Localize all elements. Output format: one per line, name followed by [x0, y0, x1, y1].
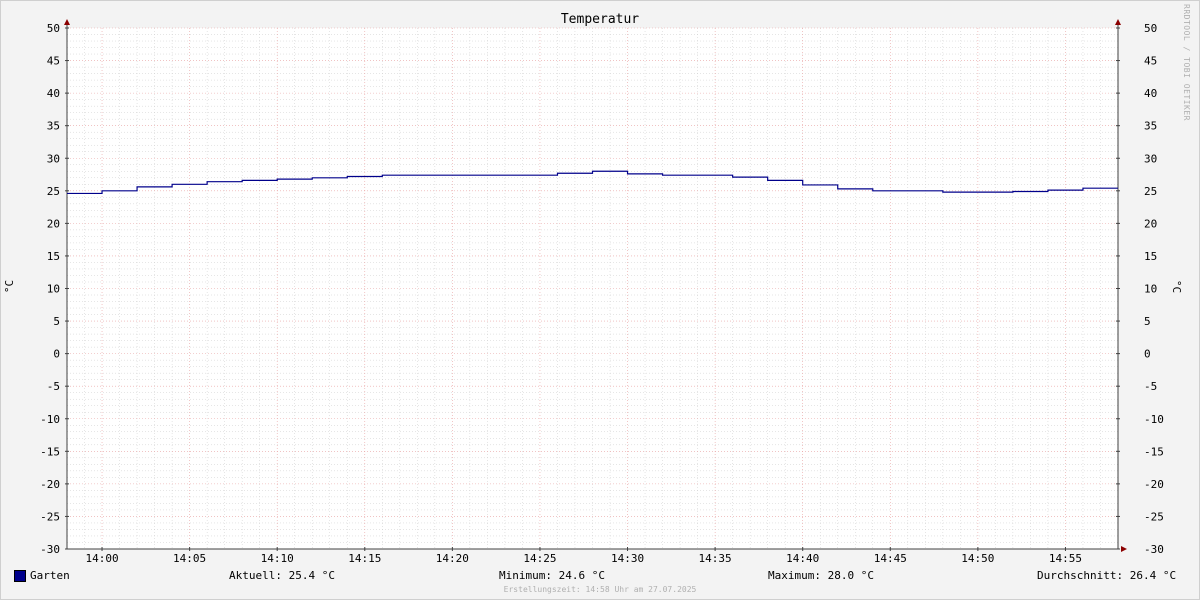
y-tick-label: -10: [1144, 413, 1164, 426]
y-axis-right-labels: 50454035302520151050-5-10-15-20-25-30: [1144, 22, 1164, 556]
x-tick-label: 14:55: [1049, 552, 1082, 565]
y-tick-label: 45: [47, 55, 60, 68]
legend-minimum: Minimum: 24.6 °C: [499, 569, 605, 582]
y-tick-label: -25: [40, 510, 60, 523]
y-tick-label: -15: [40, 445, 60, 458]
y-tick-label: -25: [1144, 510, 1164, 523]
y-tick-label: 10: [47, 283, 60, 296]
y-axis-left-labels: 50454035302520151050-5-10-15-20-25-30: [40, 22, 60, 556]
y-tick-label: 20: [47, 217, 60, 230]
y-tick-label: 10: [1144, 283, 1157, 296]
y-tick-label: 45: [1144, 55, 1157, 68]
y-tick-label: 40: [47, 87, 60, 100]
y-tick-label: -5: [1144, 380, 1157, 393]
y-tick-label: 35: [1144, 120, 1157, 133]
x-tick-label: 14:00: [85, 552, 118, 565]
y-axis-left-unit: °C: [3, 279, 17, 294]
y-tick-label: -15: [1144, 445, 1164, 458]
x-axis-labels: 14:00 14:05 14:10 14:15 14:20 14:25 14:30 14:35…: [85, 552, 1082, 565]
y-tick-label: 30: [47, 152, 60, 165]
y-tick-label: 35: [47, 120, 60, 133]
y-tick-label: -30: [1144, 543, 1164, 556]
legend-swatch: [14, 570, 26, 582]
y-tick-label: 25: [1144, 185, 1157, 198]
y-axis-right-unit: °C: [1170, 279, 1184, 294]
y-tick-label: 20: [1144, 217, 1157, 230]
legend-durchschnitt: Durchschnitt: 26.4 °C: [1037, 569, 1177, 582]
chart-title: Temperatur: [560, 12, 640, 27]
x-tick-label: 14:30: [611, 552, 644, 565]
x-tick-label: 14:40: [786, 552, 819, 565]
y-tick-label: 5: [1144, 315, 1151, 328]
x-axis-arrow: [1121, 546, 1127, 552]
x-tick-label: 14:50: [961, 552, 994, 565]
y-tick-label: 15: [47, 250, 60, 263]
y-tick-label: -30: [40, 543, 60, 556]
y-tick-label: -5: [47, 380, 60, 393]
y-tick-label: 15: [1144, 250, 1157, 263]
y-tick-label: 5: [53, 315, 60, 328]
y-tick-label: 0: [53, 348, 60, 361]
y-tick-label: 0: [1144, 348, 1151, 361]
creation-time-footer: Erstellungszeit: 14:58 Uhr am 27.07.2025: [503, 585, 697, 594]
y-tick-label: -20: [40, 478, 60, 491]
x-tick-label: 14:20: [436, 552, 469, 565]
legend-aktuell: Aktuell: 25.4 °C: [229, 569, 335, 582]
x-tick-label: 14:15: [348, 552, 381, 565]
y-tick-label: -10: [40, 413, 60, 426]
y-tick-label: 25: [47, 185, 60, 198]
legend-series-name: Garten: [30, 569, 70, 582]
chart-canvas: 50454035302520151050-5-10-15-20-25-30 50…: [40, 19, 1164, 565]
rrdtool-watermark: RRDTOOL / TOBI OETIKER: [1182, 4, 1191, 121]
x-tick-label: 14:10: [261, 552, 294, 565]
y-tick-label: 40: [1144, 87, 1157, 100]
y-tick-label: 30: [1144, 152, 1157, 165]
legend-maximum: Maximum: 28.0 °C: [768, 569, 874, 582]
x-tick-label: 14:35: [699, 552, 732, 565]
x-tick-label: 14:25: [523, 552, 556, 565]
y-tick-label: -20: [1144, 478, 1164, 491]
x-tick-label: 14:45: [874, 552, 907, 565]
x-tick-label: 14:05: [173, 552, 206, 565]
